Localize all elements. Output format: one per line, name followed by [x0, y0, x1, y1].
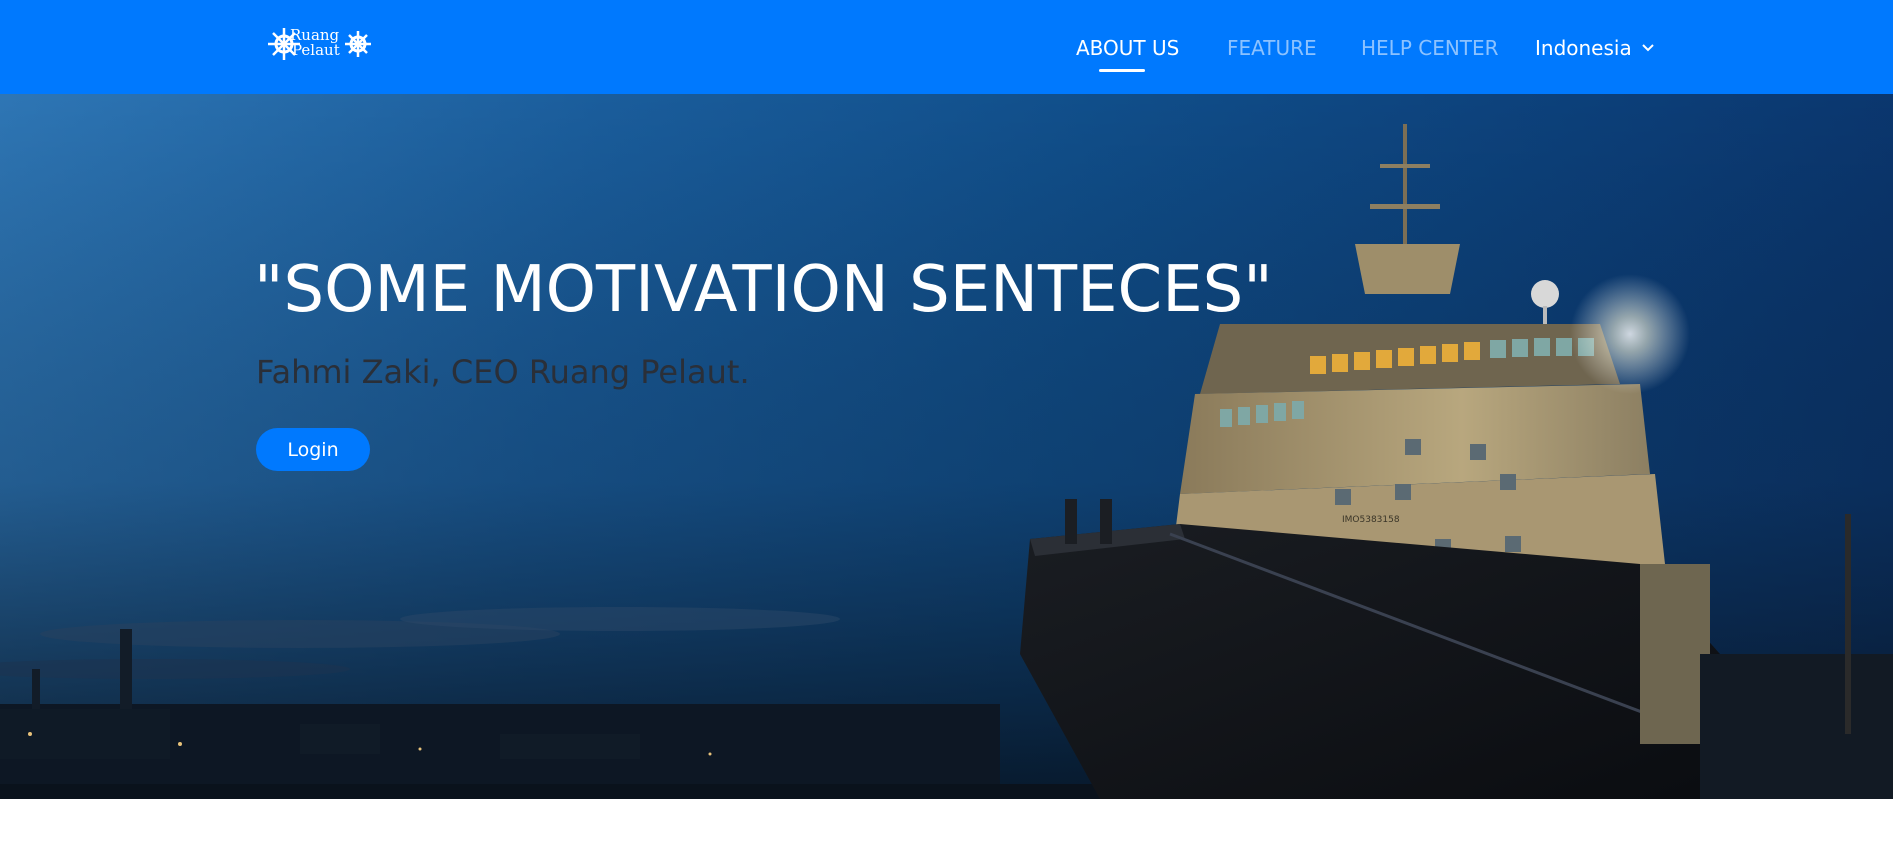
ship-wheel-icon-right [345, 31, 371, 57]
nav-about-us[interactable]: ABOUT US [1076, 36, 1179, 60]
ruang-pelaut-logo[interactable]: Ruang Pelaut [266, 26, 374, 64]
logo-text: Ruang Pelaut [290, 28, 340, 58]
ship-imo-marking: IMO5383158 [1342, 515, 1400, 525]
hero-quote: "SOME MOTIVATION SENTECES" [254, 253, 1273, 327]
hero-banner: IMO5383158 "SOME MOTIVATION SENTECES" Fa… [0, 94, 1893, 799]
language-label: Indonesia [1535, 36, 1632, 60]
nav-active-indicator [1099, 69, 1145, 72]
chevron-down-icon [1642, 43, 1654, 51]
language-dropdown[interactable]: Indonesia [1535, 36, 1654, 60]
nav-feature[interactable]: FEATURE [1227, 36, 1317, 60]
hero-author: Fahmi Zaki, CEO Ruang Pelaut. [256, 353, 750, 391]
top-navbar: Ruang Pelaut ABOUT US FEATURE HELP CENTE… [0, 0, 1893, 94]
logo-line-2: Pelaut [292, 41, 340, 59]
nav-help-center[interactable]: HELP CENTER [1361, 36, 1499, 60]
login-button[interactable]: Login [256, 428, 370, 471]
